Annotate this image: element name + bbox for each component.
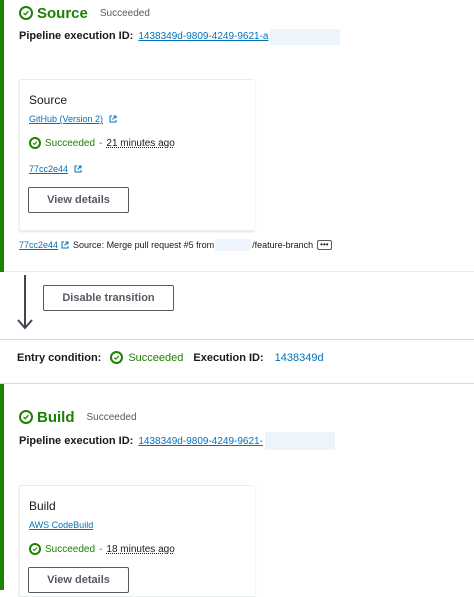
external-link-icon[interactable] [74,165,82,173]
source-card-top-edge [19,79,254,80]
build-execution-row: Pipeline execution ID: 1438349d-9809-424… [19,435,263,447]
check-circle-icon [29,543,41,555]
source-execution-row: Pipeline execution ID: 1438349d-9809-424… [19,30,269,42]
entry-bottom-divider [0,383,474,384]
entry-condition-row: Entry condition: Succeeded Execution ID:… [17,351,324,364]
external-link-icon[interactable] [109,115,117,123]
build-stage-title: Build [37,408,75,426]
source-commit-link[interactable]: 77cc2e44 [29,164,68,174]
status-separator: - [99,137,103,149]
source-provider-link[interactable]: GitHub (Version 2) [29,114,103,124]
more-button[interactable]: ••• [317,240,332,250]
external-link-icon[interactable] [61,241,69,249]
redacted-region [215,239,252,251]
source-revision-summary: 77cc2e44 Source: Merge pull request #5 f… [19,239,332,251]
revision-branch: /feature-branch [252,240,314,250]
build-stage-status: Succeeded [86,411,137,423]
build-action-time[interactable]: 18 minutes ago [106,544,174,555]
build-action-status-row: Succeeded - 18 minutes ago [29,543,175,555]
build-action-status: Succeeded [45,543,96,555]
source-action-status: Succeeded [45,137,96,149]
source-execution-label: Pipeline execution ID: [19,30,134,42]
entry-top-divider [0,339,474,340]
redacted-region [265,432,335,450]
transition-arrow-icon [17,275,33,330]
execution-id-value[interactable]: 1438349d [275,352,324,364]
build-provider-row: AWS CodeBuild [29,520,93,530]
build-card-top-edge [19,485,254,486]
status-separator: - [99,543,103,555]
build-provider-link[interactable]: AWS CodeBuild [29,520,93,530]
revision-summary-text: Source: Merge pull request #5 from [73,240,215,250]
build-view-details-button[interactable]: View details [28,567,129,593]
revision-commit-link[interactable]: 77cc2e44 [19,240,58,250]
source-view-details-button[interactable]: View details [28,187,129,213]
entry-condition-status: Succeeded [128,351,184,364]
source-action-time[interactable]: 21 minutes ago [106,138,174,149]
build-execution-id-link[interactable]: 1438349d-9809-4249-9621- [138,436,263,447]
source-execution-id-link[interactable]: 1438349d-9809-4249-9621-a [138,31,268,42]
source-provider-row: GitHub (Version 2) [29,114,117,124]
build-stage-header: Build Succeeded [19,407,137,427]
check-circle-icon [19,410,33,424]
entry-condition-label: Entry condition: [17,351,102,364]
source-stage-header: Source Succeeded [19,3,150,23]
source-stage-divider [4,271,474,272]
check-circle-icon [110,351,124,364]
check-circle-icon [29,137,41,149]
source-action-name: Source [29,93,68,107]
execution-id-label: Execution ID: [193,351,264,364]
source-stage-status: Succeeded [99,7,150,19]
source-stage-title: Source [37,4,88,22]
source-commit-row: 77cc2e44 [29,164,82,174]
redacted-region [270,29,340,45]
build-action-name: Build [29,499,56,513]
source-action-status-row: Succeeded - 21 minutes ago [29,137,175,149]
disable-transition-button[interactable]: Disable transition [43,285,174,311]
build-stage-status-bar [0,384,4,590]
check-circle-icon [19,6,33,20]
build-execution-label: Pipeline execution ID: [19,435,134,447]
source-stage-status-bar [0,0,4,272]
